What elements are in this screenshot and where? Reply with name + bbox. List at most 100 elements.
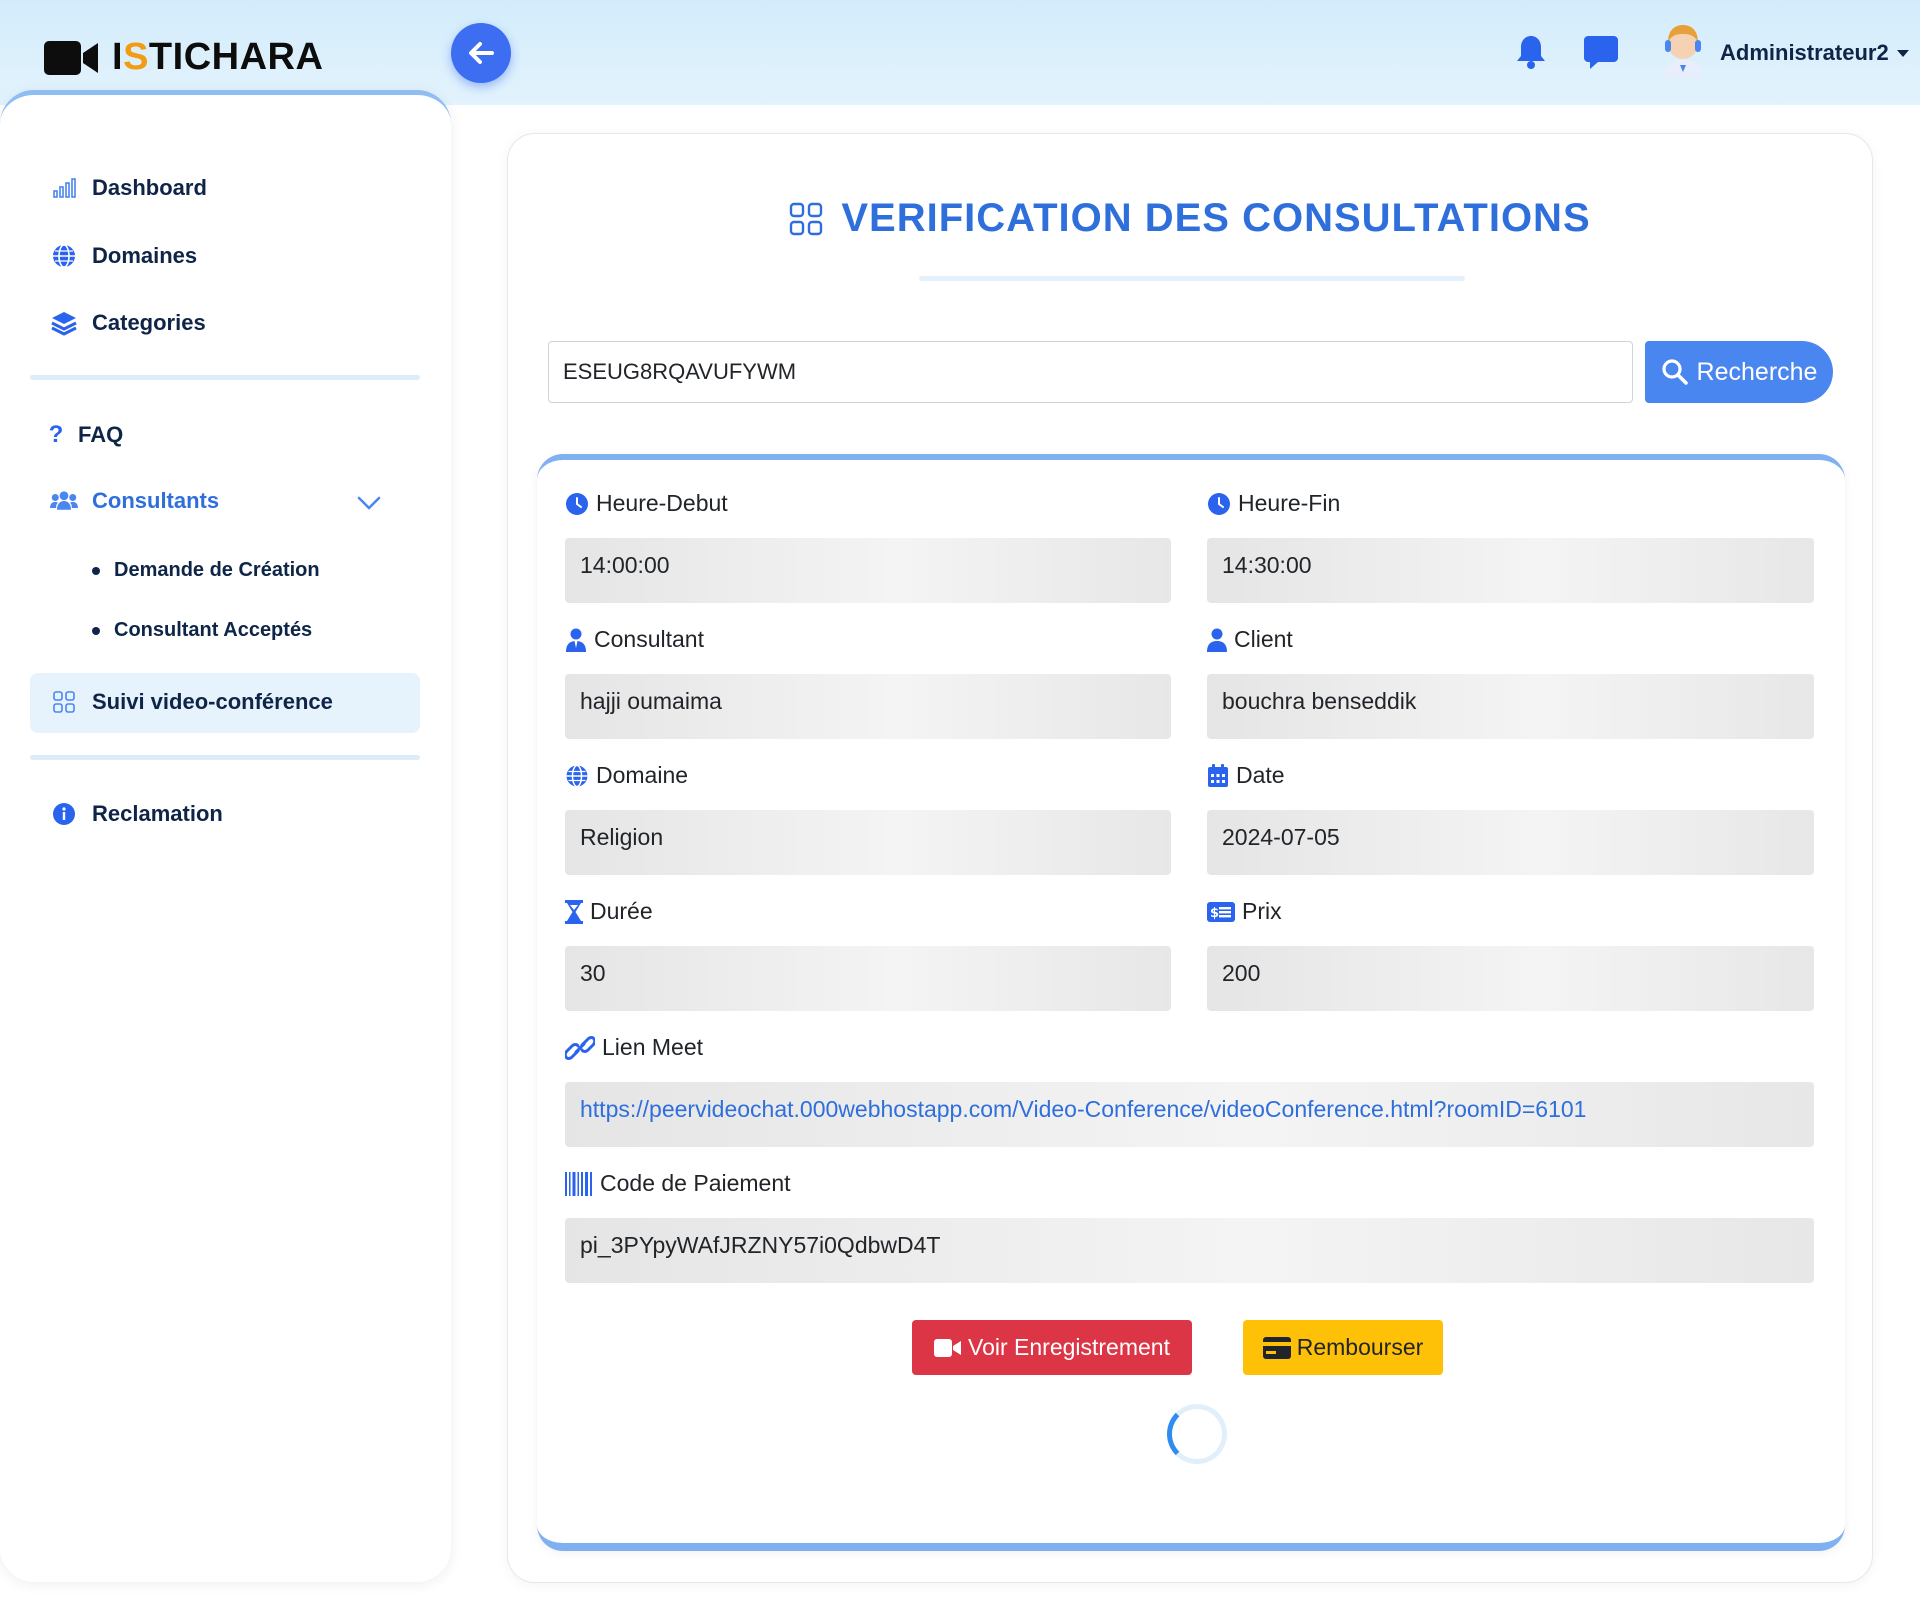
sidebar-item-suivi-video-conference[interactable]: Suivi video-conférence: [50, 689, 333, 715]
logo-prefix: I: [112, 36, 124, 78]
hourglass-icon: [565, 899, 583, 924]
duree-label: Durée: [565, 898, 653, 925]
sidebar-subitem-label: Demande de Création: [114, 559, 320, 581]
label-text: Prix: [1242, 898, 1282, 924]
code-paiement-field: pi_3PYpyWAfJRZNY57i0QdbwD4T: [565, 1218, 1814, 1283]
page-title-text: VERIFICATION DES CONSULTATIONS: [841, 196, 1591, 240]
sidebar-subitem-demande-creation[interactable]: Demande de Création: [92, 559, 320, 582]
consultant-field: hajji oumaima: [565, 674, 1171, 739]
label-text: Consultant: [594, 626, 704, 652]
barcode-icon: [565, 1171, 592, 1196]
consultation-details: Heure-Debut 14:00:00 Heure-Fin 14:30:00 …: [537, 454, 1845, 1551]
sidebar-divider: [30, 375, 420, 380]
sidebar-item-label: Reclamation: [92, 801, 223, 826]
bell-icon: [1517, 36, 1545, 69]
search-button[interactable]: Recherche: [1645, 341, 1833, 403]
label-text: Domaine: [596, 762, 689, 788]
users-icon: [50, 491, 78, 510]
globe-icon: [566, 764, 588, 787]
label-text: Heure-Fin: [1238, 490, 1341, 516]
grid-icon: [53, 691, 75, 713]
lien-meet-link[interactable]: https://peervideochat.000webhostapp.com/…: [565, 1082, 1814, 1147]
label-text: Code de Paiement: [600, 1170, 791, 1196]
video-camera-icon: [934, 1338, 961, 1357]
heure-fin-label: Heure-Fin: [1207, 490, 1340, 517]
title-underline: [919, 276, 1465, 281]
chat-icon: [1584, 36, 1618, 69]
logo-rest: TICHARA: [148, 36, 324, 78]
code-paiement-label: Code de Paiement: [565, 1170, 791, 1197]
credit-card-icon: [1262, 1336, 1291, 1359]
date-field: 2024-07-05: [1207, 810, 1814, 875]
globe-icon: [53, 244, 75, 268]
sidebar-divider: [30, 755, 420, 760]
sidebar-item-reclamation[interactable]: Reclamation: [50, 801, 223, 827]
heure-debut-field: 14:00:00: [565, 538, 1171, 603]
arrow-left-icon: [469, 42, 494, 64]
sidebar: Dashboard Domaines Categories ? FAQ Cons…: [0, 90, 451, 1582]
page-title: VERIFICATION DES CONSULTATIONS: [508, 196, 1872, 241]
bullet-icon: [92, 626, 100, 635]
info-icon: [53, 803, 75, 825]
prix-label: $ Prix: [1207, 898, 1282, 925]
sidebar-item-dashboard[interactable]: Dashboard: [50, 175, 207, 201]
user-tie-icon: [566, 628, 586, 652]
notifications-button[interactable]: [1516, 34, 1546, 75]
search-button-label: Recherche: [1696, 357, 1818, 386]
prix-field: 200: [1207, 946, 1814, 1011]
label-text: Date: [1236, 762, 1285, 788]
bar-chart-icon: [53, 178, 76, 198]
video-camera-icon: [44, 40, 98, 75]
clock-icon: [566, 492, 588, 515]
voir-enregistrement-label: Voir Enregistrement: [968, 1334, 1170, 1360]
user-name: Administrateur2: [1720, 40, 1889, 65]
main-card: VERIFICATION DES CONSULTATIONS Recherche…: [507, 133, 1873, 1583]
consultant-label: Consultant: [565, 626, 704, 653]
loading-spinner: [1167, 1404, 1227, 1464]
sidebar-item-label: Domaines: [92, 243, 198, 268]
client-field: bouchra benseddik: [1207, 674, 1814, 739]
logo-accent: S: [123, 36, 149, 78]
label-text: Heure-Debut: [596, 490, 728, 516]
sidebar-subitem-consultant-acceptes[interactable]: Consultant Acceptés: [92, 619, 312, 642]
domaine-field: Religion: [565, 810, 1171, 875]
duree-field: 30: [565, 946, 1171, 1011]
sidebar-item-label: Suivi video-conférence: [92, 689, 333, 714]
sidebar-item-categories[interactable]: Categories: [50, 310, 206, 336]
label-text: Lien Meet: [602, 1034, 704, 1060]
question-icon: ?: [48, 421, 64, 448]
sidebar-item-label: Dashboard: [92, 175, 207, 200]
svg-text:$: $: [1210, 906, 1219, 921]
logo-text: ISTICHARA: [112, 36, 323, 79]
label-text: Client: [1234, 626, 1293, 652]
app-logo[interactable]: ISTICHARA: [44, 36, 323, 79]
chevron-down-icon[interactable]: [356, 495, 382, 511]
sidebar-item-domaines[interactable]: Domaines: [50, 243, 197, 269]
messages-button[interactable]: [1584, 34, 1618, 75]
link-icon: [565, 1035, 595, 1060]
heure-fin-field: 14:30:00: [1207, 538, 1814, 603]
user-menu[interactable]: Administrateur2: [1720, 40, 1909, 66]
search-input[interactable]: [548, 341, 1633, 403]
lien-meet-label: Lien Meet: [565, 1034, 703, 1061]
avatar[interactable]: [1660, 22, 1706, 78]
calendar-icon: [1208, 763, 1228, 787]
sidebar-item-faq[interactable]: ? FAQ: [46, 421, 124, 449]
grid-icon: [790, 202, 823, 235]
date-label: Date: [1207, 762, 1285, 789]
sidebar-item-label: Consultants: [92, 488, 220, 513]
label-text: Durée: [590, 898, 653, 924]
sidebar-item-consultants[interactable]: Consultants: [50, 488, 219, 514]
bullet-icon: [92, 566, 100, 575]
sidebar-item-label: Categories: [92, 310, 206, 335]
voir-enregistrement-button[interactable]: Voir Enregistrement: [912, 1320, 1192, 1375]
sidebar-subitem-label: Consultant Acceptés: [114, 619, 313, 641]
user-icon: [1207, 628, 1227, 652]
back-button[interactable]: [451, 23, 511, 83]
caret-down-icon: [1896, 49, 1909, 57]
search-icon: [1661, 359, 1688, 385]
rembourser-button[interactable]: Rembourser: [1243, 1320, 1443, 1375]
client-label: Client: [1207, 626, 1293, 653]
sidebar-item-label: FAQ: [78, 422, 124, 447]
layers-icon: [51, 312, 77, 336]
